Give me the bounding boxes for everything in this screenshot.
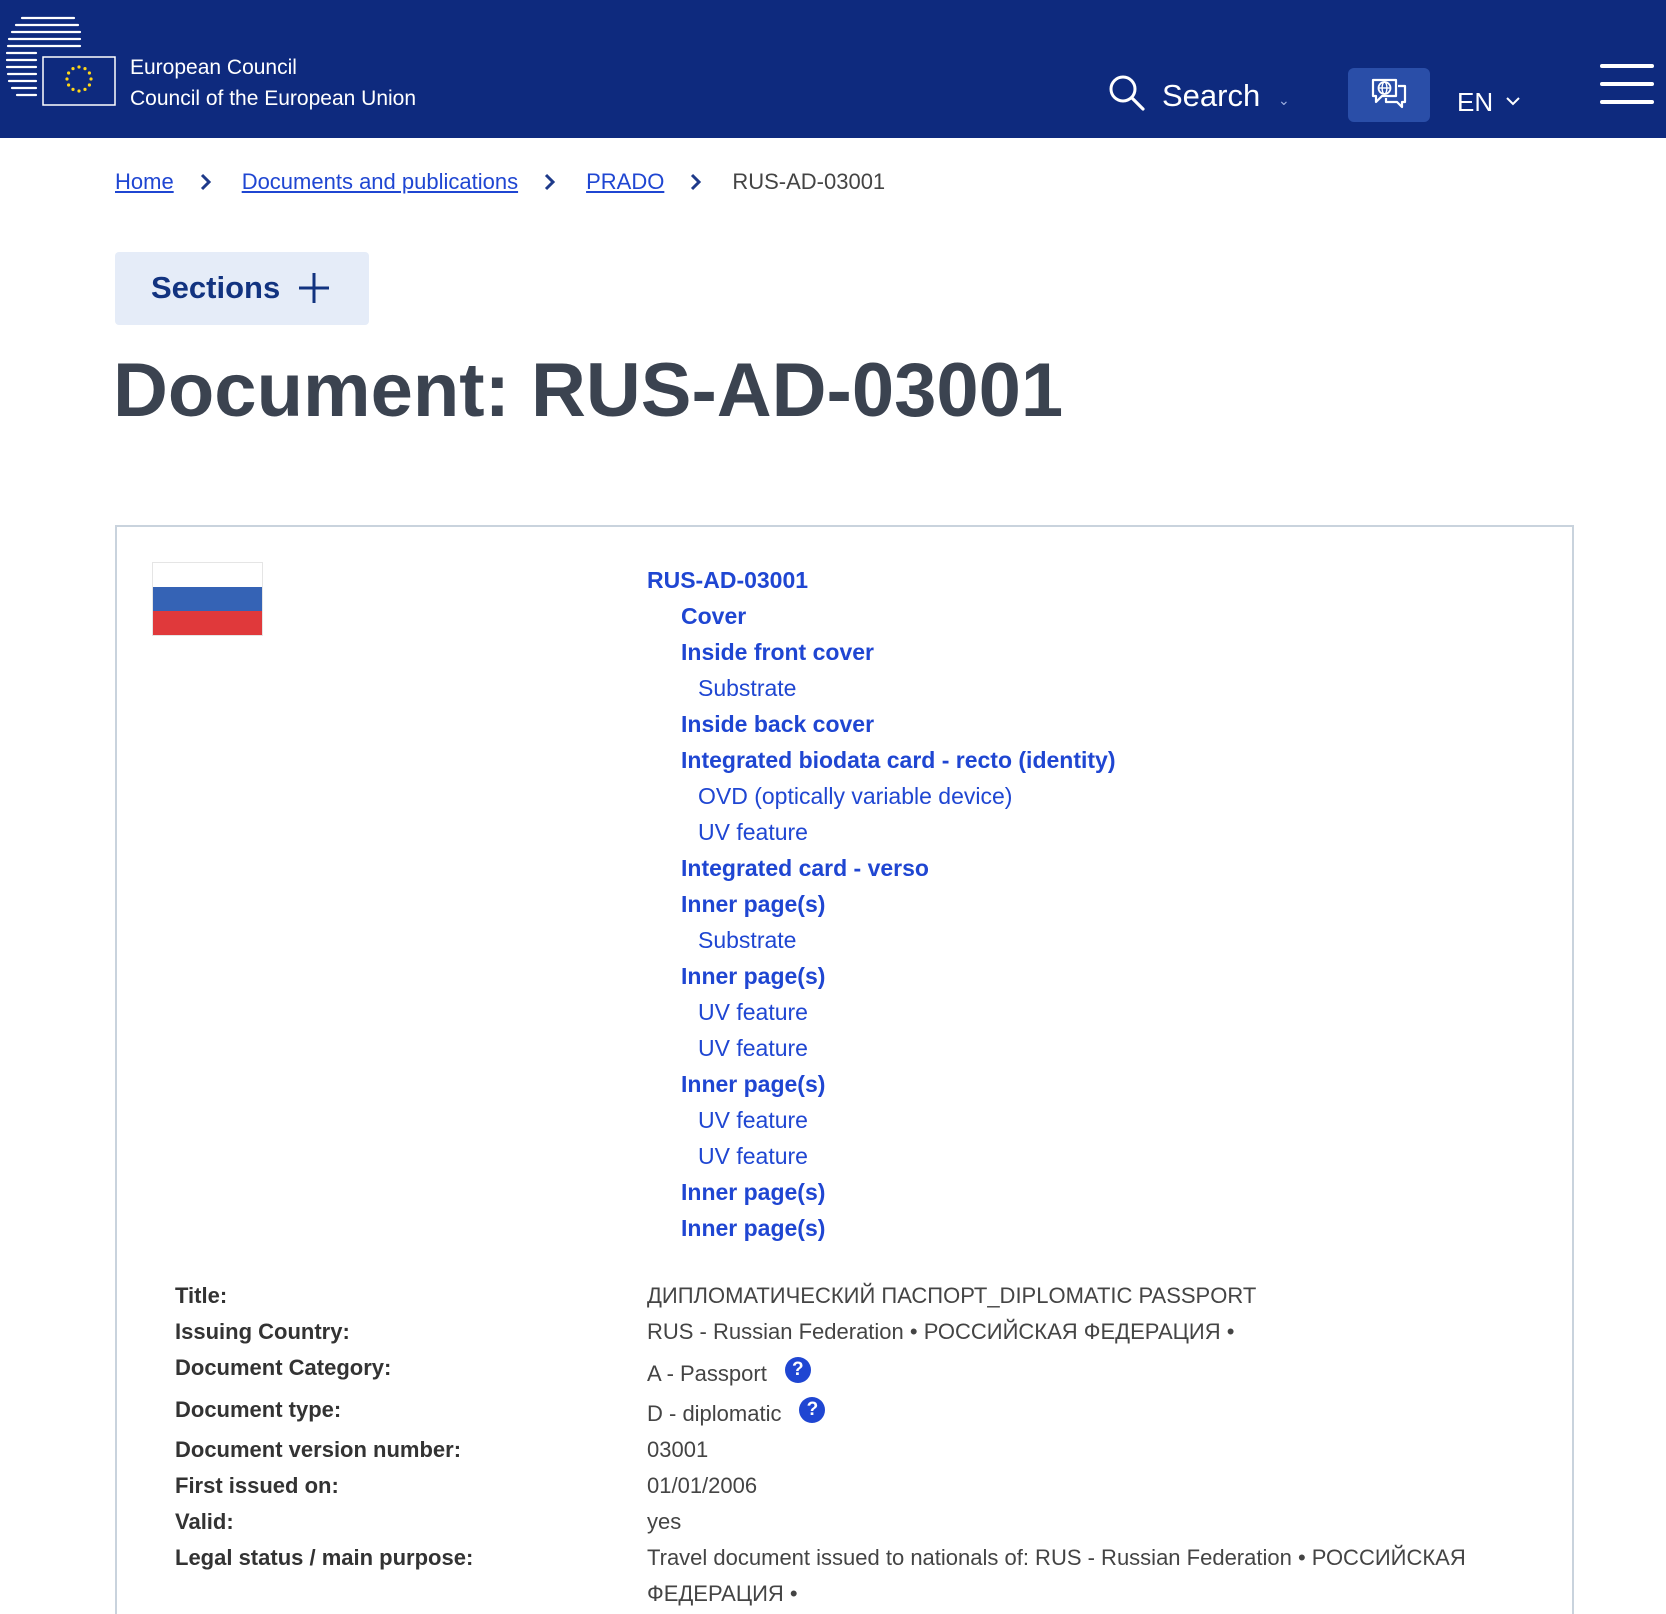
document-metadata: Title: ДИПЛОМАТИЧЕСКИЙ ПАСПОРТ_DIPLOMATI…	[175, 1278, 1535, 1612]
toc-item-inside-front-cover[interactable]: Inside front cover	[647, 634, 1116, 670]
toc-item-uv-feature[interactable]: UV feature	[647, 1102, 1116, 1138]
meta-row-document-type: Document type: D - diplomatic?	[175, 1392, 1535, 1432]
meta-value: D - diplomatic?	[647, 1396, 1535, 1432]
meta-row-issuing-country: Issuing Country: RUS - Russian Federatio…	[175, 1314, 1535, 1350]
toc-item-substrate[interactable]: Substrate	[647, 922, 1116, 958]
toc-item-inside-back-cover[interactable]: Inside back cover	[647, 706, 1116, 742]
brand-line-2: Council of the European Union	[130, 87, 417, 110]
category-value: A - Passport	[647, 1361, 767, 1386]
toc-item-inner-page-s[interactable]: Inner page(s)	[647, 1210, 1116, 1246]
meta-row-first-issued: First issued on: 01/01/2006	[175, 1468, 1535, 1504]
breadcrumb: Home Documents and publications PRADO RU…	[115, 166, 885, 198]
meta-label: Issuing Country:	[175, 1319, 350, 1344]
brand-line-1: European Council	[130, 56, 297, 79]
chevron-right-icon	[691, 173, 702, 191]
chevron-down-icon[interactable]	[1504, 92, 1522, 110]
meta-value: 03001	[647, 1437, 709, 1462]
toc-item-uv-feature[interactable]: UV feature	[647, 1030, 1116, 1066]
sections-toggle-button[interactable]: Sections	[115, 252, 369, 325]
sections-label: Sections	[151, 270, 281, 305]
hamburger-menu-icon[interactable]	[1600, 62, 1654, 106]
breadcrumb-documents[interactable]: Documents and publications	[242, 169, 518, 195]
meta-value: ДИПЛОМАТИЧЕСКИЙ ПАСПОРТ_DIPLOMATIC PASSP…	[647, 1283, 1257, 1308]
toc-item-cover[interactable]: Cover	[647, 598, 1116, 634]
search-icon[interactable]	[1108, 74, 1146, 112]
meta-value: RUS - Russian Federation • РОССИЙСКАЯ ФЕ…	[647, 1319, 1235, 1344]
brand-name[interactable]: European Council Council of the European…	[130, 52, 416, 114]
meta-value: Travel document issued to nationals of: …	[647, 1545, 1466, 1606]
meta-row-title: Title: ДИПЛОМАТИЧЕСКИЙ ПАСПОРТ_DIPLOMATI…	[175, 1278, 1535, 1314]
toc-item-inner-page-s[interactable]: Inner page(s)	[647, 1066, 1116, 1102]
language-chat-globe-icon	[1371, 78, 1407, 109]
toc-item-inner-page-s[interactable]: Inner page(s)	[647, 886, 1116, 922]
search-caret-icon: ⌄	[1278, 92, 1290, 108]
toc-item-inner-page-s[interactable]: Inner page(s)	[647, 1174, 1116, 1210]
meta-label: Document version number:	[175, 1437, 462, 1462]
help-question-icon[interactable]: ?	[784, 1357, 811, 1383]
chevron-right-icon	[545, 173, 556, 191]
meta-row-legal-status: Legal status / main purpose: Travel docu…	[175, 1540, 1535, 1612]
page-title: Document: RUS-AD-03001	[113, 348, 1064, 433]
toc-item-ovd-optically-variable-device[interactable]: OVD (optically variable device)	[647, 778, 1116, 814]
document-card: RUS-AD-03001 Cover Inside front cover Subs…	[115, 525, 1574, 1614]
meta-label: Legal status / main purpose:	[175, 1545, 474, 1570]
document-sections-toc: RUS-AD-03001 Cover Inside front cover Subs…	[647, 562, 1116, 1246]
toc-item-inner-page-s[interactable]: Inner page(s)	[647, 958, 1116, 994]
language-services-button[interactable]	[1348, 68, 1430, 122]
russia-flag-icon	[152, 562, 263, 636]
toc-item-uv-feature[interactable]: UV feature	[647, 994, 1116, 1030]
meta-label: First issued on:	[175, 1473, 339, 1498]
meta-value: yes	[647, 1509, 682, 1534]
meta-label: Document Category:	[175, 1355, 392, 1380]
meta-label: Valid:	[175, 1509, 234, 1534]
toc-item-uv-feature[interactable]: UV feature	[647, 814, 1116, 850]
language-selector[interactable]: EN	[1457, 84, 1493, 120]
toc-item-integrated-biodata-card-recto-identity[interactable]: Integrated biodata card - recto (identit…	[647, 742, 1116, 778]
toc-root-link[interactable]: RUS-AD-03001	[647, 562, 1116, 598]
chevron-right-icon	[200, 173, 211, 191]
meta-label: Document type:	[175, 1397, 342, 1422]
breadcrumb-prado[interactable]: PRADO	[586, 169, 664, 195]
meta-row-document-category: Document Category: A - Passport?	[175, 1350, 1535, 1392]
toc-item-integrated-card-verso[interactable]: Integrated card - verso	[647, 850, 1116, 886]
toc-list: Cover Inside front cover Substrate Inside b…	[647, 598, 1116, 1246]
breadcrumb-current: RUS-AD-03001	[732, 169, 886, 194]
toc-item-uv-feature[interactable]: UV feature	[647, 1138, 1116, 1174]
meta-value: 01/01/2006	[647, 1473, 758, 1498]
breadcrumb-home[interactable]: Home	[115, 169, 174, 195]
search-button[interactable]: Search	[1162, 76, 1260, 116]
type-value: D - diplomatic	[647, 1401, 782, 1426]
site-header: European Council Council of the European…	[0, 0, 1666, 138]
toc-item-substrate[interactable]: Substrate	[647, 670, 1116, 706]
meta-label: Title:	[175, 1283, 228, 1308]
council-logo-icon[interactable]	[6, 14, 118, 110]
plus-icon	[299, 273, 329, 303]
meta-value: A - Passport?	[647, 1356, 1535, 1392]
meta-row-valid: Valid: yes	[175, 1504, 1535, 1540]
meta-row-version-number: Document version number: 03001	[175, 1432, 1535, 1468]
help-question-icon[interactable]: ?	[799, 1397, 826, 1423]
